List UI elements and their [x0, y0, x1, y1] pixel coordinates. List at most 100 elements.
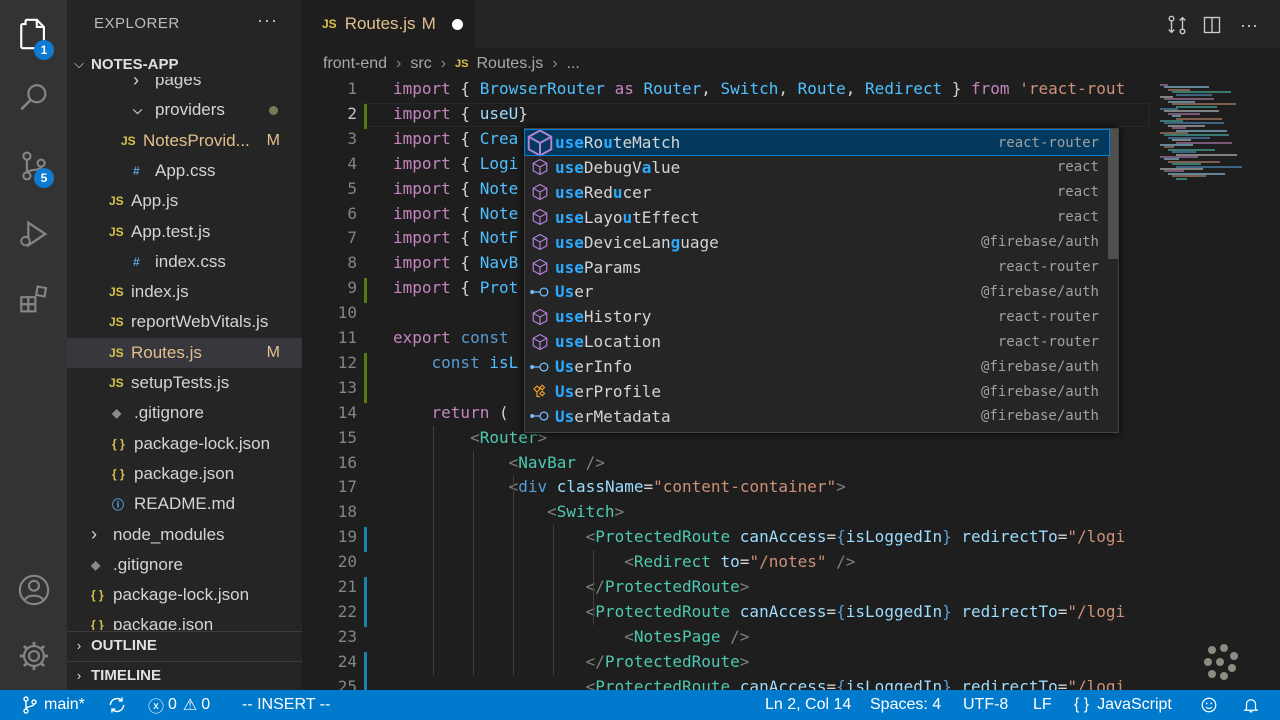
breadcrumb-folder-src[interactable]: src	[410, 55, 431, 73]
class-icon	[525, 383, 555, 401]
git-gutter-marker[interactable]	[364, 577, 367, 602]
chevron-right-icon: ›	[76, 668, 82, 683]
code-line: </ProtectedRoute>	[585, 651, 750, 671]
chevron-down-icon: ⌵	[133, 102, 143, 117]
tree-item[interactable]: JS App.js	[67, 186, 302, 216]
code-line: <NavBar />	[508, 452, 605, 472]
problems-indicator[interactable]: ⓧ 0 ⚠ 0	[148, 690, 210, 720]
tree-item-label: reportWebVitals.js	[131, 312, 269, 332]
tree-item[interactable]: { } package-lock.json	[67, 429, 302, 459]
line-number: 9	[347, 278, 357, 298]
timeline-section-header[interactable]: › TIMELINE	[67, 661, 302, 689]
run-debug-icon[interactable]	[0, 206, 67, 262]
source-control-icon[interactable]: 5	[0, 138, 67, 194]
end-of-line[interactable]: LF	[1033, 690, 1052, 720]
minimap-line	[1176, 93, 1212, 96]
git-gutter-marker[interactable]	[364, 103, 367, 129]
js-file-icon: JS	[455, 58, 469, 70]
outline-section-header[interactable]: › OUTLINE	[67, 631, 302, 659]
tree-item[interactable]: { } package.json	[67, 459, 302, 489]
split-editor-icon[interactable]	[1199, 12, 1225, 38]
tree-item[interactable]: ◆ .gitignore	[67, 398, 302, 428]
language-mode[interactable]: { } JavaScript	[1074, 690, 1172, 720]
explorer-icon[interactable]: 1	[0, 6, 67, 62]
feedback-icon[interactable]	[1200, 690, 1218, 720]
tree-item-label: App.js	[131, 191, 179, 211]
git-gutter-marker[interactable]	[364, 676, 367, 690]
suggestion-item[interactable]: useDeviceLanguage @firebase/auth	[525, 230, 1109, 255]
json-file-icon: { }	[91, 618, 104, 630]
breadcrumb-symbol[interactable]: ...	[567, 55, 580, 73]
code-line: import { NotF	[393, 228, 519, 248]
line-number: 10	[337, 303, 357, 323]
suggestion-source: @firebase/auth	[980, 383, 1099, 400]
suggestion-item[interactable]: useHistory react-router	[525, 304, 1109, 329]
tree-item[interactable]: JS index.js	[67, 277, 302, 307]
tree-item[interactable]: JS setupTests.js	[67, 368, 302, 398]
line-number: 17	[337, 477, 357, 497]
editor-more-icon[interactable]: ···	[1236, 12, 1262, 38]
tree-item[interactable]: JS reportWebVitals.js	[67, 307, 302, 337]
suggestion-source: react	[1056, 159, 1099, 176]
notifications-bell-icon[interactable]	[1242, 690, 1260, 720]
indent-guide	[513, 475, 514, 675]
git-gutter-marker[interactable]	[364, 651, 367, 677]
git-gutter-marker[interactable]	[364, 278, 367, 304]
settings-gear-icon[interactable]	[0, 628, 67, 684]
suggestion-item[interactable]: UserProfile @firebase/auth	[525, 379, 1109, 404]
suggestion-item[interactable]: useRouteMatch react-router	[524, 128, 1110, 157]
git-file-icon: ◆	[91, 557, 101, 572]
line-number: 19	[337, 527, 357, 547]
more-actions-icon[interactable]: ···	[257, 10, 278, 31]
suggestion-item[interactable]: UserMetadata @firebase/auth	[525, 404, 1109, 429]
tree-item[interactable]: JS NotesProvid... M	[67, 126, 302, 156]
breadcrumb-folder-front-end[interactable]: front-end	[323, 55, 387, 73]
extensions-icon[interactable]	[0, 272, 67, 328]
suggestions-scrollbar[interactable]	[1108, 129, 1118, 259]
cursor-position[interactable]: Ln 2, Col 14	[765, 690, 851, 720]
minimap[interactable]	[1150, 80, 1280, 690]
account-icon[interactable]	[0, 562, 67, 618]
suggestion-item[interactable]: useParams react-router	[525, 255, 1109, 280]
unsaved-dot-icon[interactable]	[451, 18, 463, 30]
suggestion-item[interactable]: UserInfo @firebase/auth	[525, 354, 1109, 379]
code-line: export const	[393, 328, 509, 347]
suggestion-item[interactable]: useReducer react	[525, 180, 1109, 205]
tree-item[interactable]: JS Routes.js M	[67, 337, 302, 368]
breadcrumb-file[interactable]: Routes.js	[477, 55, 544, 73]
tree-item[interactable]: { } package-lock.json	[67, 580, 302, 610]
sync-icon[interactable]	[107, 690, 127, 720]
open-changes-icon[interactable]	[1164, 12, 1190, 38]
chevron-right-icon: ›	[440, 55, 447, 72]
tree-item[interactable]: ⌵ providers	[67, 95, 302, 125]
suggestion-item[interactable]: User @firebase/auth	[525, 279, 1109, 304]
project-section-header[interactable]: ⌵ NOTES-APP	[67, 50, 302, 78]
git-gutter-marker[interactable]	[364, 352, 367, 378]
tab-routes-js[interactable]: JS Routes.js M	[302, 0, 474, 48]
line-number: 6	[347, 203, 357, 223]
tree-item[interactable]: JS App.test.js	[67, 217, 302, 247]
tree-item-label: providers	[155, 100, 225, 120]
code-line: import { NavB	[393, 253, 519, 273]
tree-item[interactable]: › pages	[67, 77, 302, 95]
git-gutter-marker[interactable]	[364, 527, 367, 553]
suggestion-item[interactable]: useLocation react-router	[525, 329, 1109, 354]
suggestion-source: react-router	[997, 134, 1099, 151]
tree-item[interactable]: { } package.json	[67, 610, 302, 630]
code-line: <ProtectedRoute canAccess={isLoggedIn} r…	[585, 601, 1126, 621]
tree-item[interactable]: ⓘ README.md	[67, 489, 302, 519]
chevron-right-icon: ›	[91, 524, 97, 544]
git-gutter-marker[interactable]	[364, 377, 367, 403]
branch-indicator[interactable]: main*	[22, 690, 85, 720]
line-number: 8	[347, 253, 357, 273]
indentation[interactable]: Spaces: 4	[870, 690, 941, 720]
suggestion-item[interactable]: useDebugValue react	[525, 155, 1109, 180]
tree-item[interactable]: # App.css	[67, 156, 302, 186]
encoding[interactable]: UTF-8	[963, 690, 1008, 720]
search-icon[interactable]	[0, 70, 67, 126]
suggestion-item[interactable]: useLayoutEffect react	[525, 205, 1109, 230]
tree-item[interactable]: # index.css	[67, 247, 302, 277]
git-gutter-marker[interactable]	[364, 601, 367, 627]
tree-item[interactable]: ◆ .gitignore	[67, 550, 302, 580]
tree-item[interactable]: › node_modules	[67, 520, 302, 550]
